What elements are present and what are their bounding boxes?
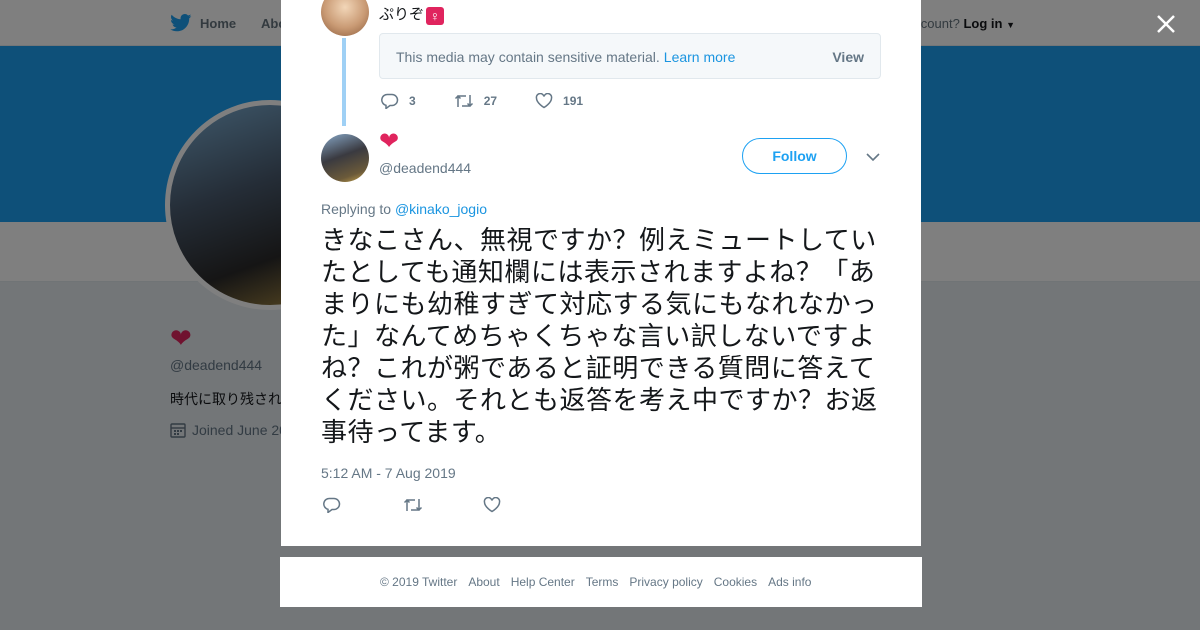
footer: © 2019 Twitter About Help Center Terms P… <box>280 557 922 607</box>
parent-retweet-count: 27 <box>483 94 498 108</box>
parent-tweet-text-content: ぷりぞ <box>379 6 425 23</box>
footer-link-privacy[interactable]: Privacy policy <box>629 575 702 589</box>
replying-prefix: Replying to <box>321 201 392 217</box>
parent-tweet-text: ぷりぞ ♀ <box>379 3 445 25</box>
footer-link-terms[interactable]: Terms <box>586 575 619 589</box>
follow-button[interactable]: Follow <box>742 138 847 174</box>
view-button[interactable]: View <box>832 49 864 65</box>
reply-icon <box>323 497 341 514</box>
thread-connector <box>342 38 346 126</box>
tweet-text: きなこさん、無視ですか？例えミュートしていたとしても通知欄には表示されますよね？… <box>321 226 878 448</box>
parent-tweet-avatar[interactable] <box>321 0 369 36</box>
tweet-actions <box>323 496 563 518</box>
chevron-down-icon[interactable] <box>865 150 881 164</box>
close-icon[interactable] <box>1154 12 1178 36</box>
retweet-icon <box>403 498 423 512</box>
sensitive-media-notice: This media may contain sensitive materia… <box>379 33 881 79</box>
learn-more-link[interactable]: Learn more <box>664 49 736 65</box>
tweet-timestamp[interactable]: 5:12 AM - 7 Aug 2019 <box>321 465 456 481</box>
parent-like-count: 191 <box>563 94 584 108</box>
sensitive-notice-text: This media may contain sensitive materia… <box>396 49 735 65</box>
parent-tweet-actions: 3 27 191 <box>381 93 621 109</box>
parent-reply-count: 3 <box>409 94 416 108</box>
tweet-author-handle[interactable]: @deadend444 <box>379 160 471 176</box>
footer-link-help-center[interactable]: Help Center <box>511 575 575 589</box>
parent-reply-button[interactable]: 3 <box>381 93 416 109</box>
footer-link-cookies[interactable]: Cookies <box>714 575 757 589</box>
reply-button[interactable] <box>323 497 403 518</box>
replying-to: Replying to @kinako_jogio <box>321 201 487 217</box>
heart-icon <box>535 93 553 109</box>
like-button[interactable] <box>483 496 563 518</box>
tweet-author-avatar[interactable] <box>321 134 369 182</box>
parent-like-button[interactable]: 191 <box>535 93 583 109</box>
heart-icon <box>483 496 501 513</box>
footer-copyright: © 2019 Twitter <box>380 575 458 589</box>
sensitive-notice-label: This media may contain sensitive materia… <box>396 49 660 65</box>
footer-links: © 2019 Twitter About Help Center Terms P… <box>380 575 822 589</box>
footer-link-about[interactable]: About <box>468 575 499 589</box>
reply-icon <box>381 93 399 109</box>
tweet-author-name[interactable]: ❤ <box>379 130 399 154</box>
replying-to-link[interactable]: @kinako_jogio <box>395 201 487 217</box>
female-sign-icon: ♀ <box>426 7 445 25</box>
retweet-icon <box>454 94 473 108</box>
footer-link-ads-info[interactable]: Ads info <box>768 575 811 589</box>
tweet-modal: ぷりぞ ♀ This media may contain sensitive ma… <box>281 0 921 546</box>
parent-retweet-button[interactable]: 27 <box>454 93 497 109</box>
retweet-button[interactable] <box>403 497 483 518</box>
